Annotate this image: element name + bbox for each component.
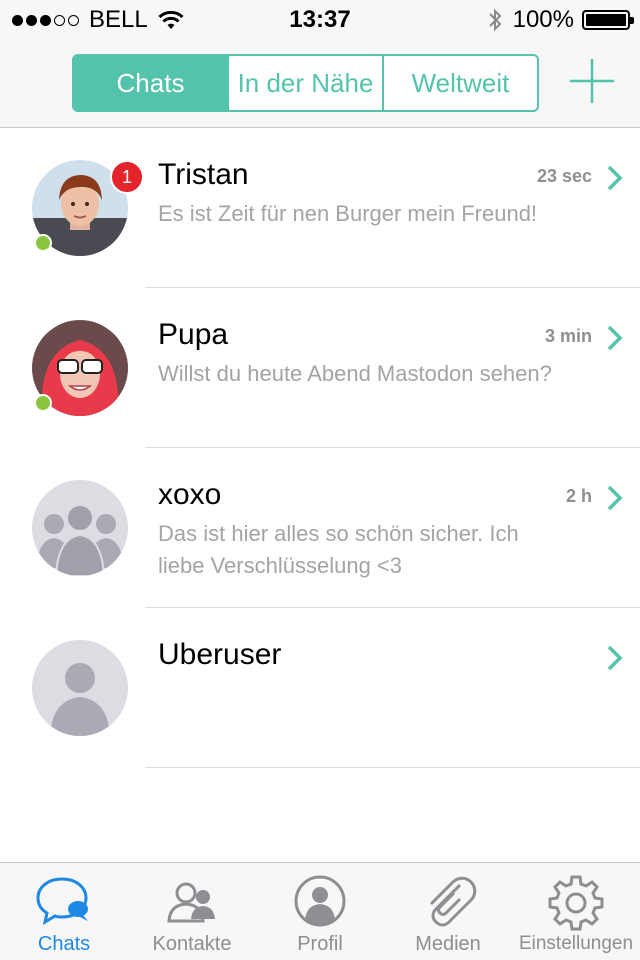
tab-label: Chats [37, 933, 91, 955]
chat-row-uberuser[interactable]: Uberuser [0, 608, 640, 768]
status-right: 100% [487, 6, 634, 34]
chat-preview: Es ist Zeit für nen Burger mein Freund! [158, 201, 538, 226]
person-avatar-icon [32, 640, 128, 736]
group-avatar-icon [32, 480, 128, 576]
profile-icon [294, 875, 346, 927]
chat-preview: Das ist hier alles so schön sicher. Ich … [158, 521, 519, 578]
tab-medien[interactable]: Medien [384, 863, 512, 960]
chevron-right-icon [607, 485, 623, 511]
nav-bar: Chats In der Nähe Weltweit [0, 40, 640, 128]
chat-bubble-icon [36, 877, 88, 926]
tab-profil[interactable]: Profil [256, 863, 384, 960]
chat-row-pupa[interactable]: Pupa 3 min Willst du heute Abend Mastodo… [0, 288, 640, 448]
bluetooth-icon [488, 8, 502, 32]
chat-list: 1 Tristan 23 sec Es ist Zeit für nen Bur… [0, 128, 640, 768]
status-bar: BELL 13:37 100% [0, 0, 640, 40]
tab-chats[interactable]: Chats [0, 863, 128, 960]
gear-icon [548, 875, 604, 931]
segment-chats[interactable]: Chats [74, 56, 227, 110]
chat-name: Pupa [158, 318, 229, 351]
contacts-icon [167, 882, 215, 923]
chat-row-tristan[interactable]: 1 Tristan 23 sec Es ist Zeit für nen Bur… [0, 128, 640, 288]
tab-label: Einstellungen [518, 933, 634, 954]
chat-time: 2 h [565, 486, 592, 506]
battery-icon [582, 10, 634, 30]
chat-name: Uberuser [158, 638, 282, 671]
tab-label: Profil [297, 933, 343, 955]
online-indicator [34, 234, 52, 252]
online-indicator [34, 394, 52, 412]
segmented-control: Chats In der Nähe Weltweit [72, 54, 539, 112]
chat-time: 23 sec [536, 166, 592, 186]
tab-label: Kontakte [152, 933, 232, 955]
chat-name: xoxo [158, 478, 222, 511]
chevron-right-icon [607, 165, 623, 191]
chevron-right-icon [607, 645, 623, 671]
chat-time: 3 min [544, 326, 592, 346]
paperclip-icon [429, 876, 477, 927]
tab-label: Medien [415, 933, 481, 955]
segment-nearby[interactable]: In der Nähe [227, 56, 382, 110]
tab-bar: Chats Kontakte Profil Medien Einstellung… [0, 862, 640, 960]
chat-row-xoxo[interactable]: xoxo 2 h Das ist hier alles so schön sic… [0, 448, 640, 608]
chat-preview: Willst du heute Abend Mastodon sehen? [158, 361, 552, 386]
plus-icon[interactable] [568, 57, 616, 105]
battery-percentage: 100% [512, 6, 574, 33]
chevron-right-icon [607, 325, 623, 351]
unread-badge: 1 [110, 160, 144, 194]
segment-worldwide[interactable]: Weltweit [382, 56, 537, 110]
tab-kontakte[interactable]: Kontakte [128, 863, 256, 960]
chat-name: Tristan [158, 158, 249, 191]
tab-einstellungen[interactable]: Einstellungen [512, 863, 640, 960]
